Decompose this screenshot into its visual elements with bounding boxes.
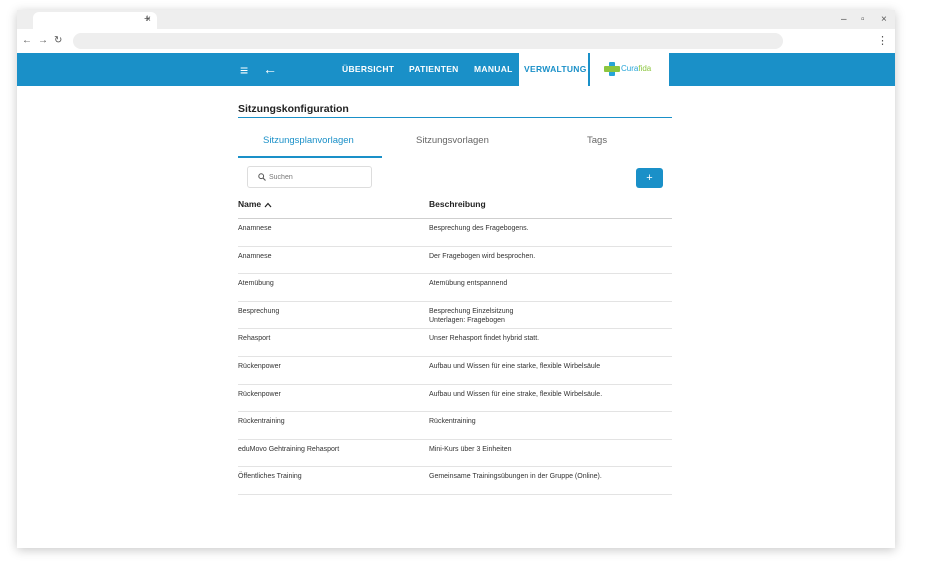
description-line: Atemübung entspannend — [429, 280, 508, 288]
new-tab-icon[interactable]: + — [144, 14, 150, 25]
table-row[interactable]: Anamnese Besprechung des Fragebogens. — [238, 219, 672, 247]
hamburger-menu-icon[interactable]: ≡ — [240, 63, 248, 77]
cell-description: Der Fragebogen wird besprochen. — [429, 252, 669, 261]
cell-name: Rehasport — [238, 335, 271, 343]
browser-window: × + – ▫ × ← → ↻ ⋮ ≡ ← ÜBERSICHT PATIENTE… — [17, 10, 895, 548]
cell-description: Rückentraining — [429, 417, 669, 426]
cell-description: Aufbau und Wissen für eine strake, flexi… — [429, 390, 669, 399]
browser-tabstrip: × + – ▫ × — [17, 10, 895, 29]
table-row[interactable]: Anamnese Der Fragebogen wird besprochen. — [238, 247, 672, 275]
curafida-logo: Curafida — [590, 53, 669, 86]
back-arrow-icon[interactable]: ← — [22, 35, 32, 47]
logo-cross-icon — [604, 62, 620, 76]
forward-arrow-icon[interactable]: → — [38, 35, 48, 47]
search-box[interactable] — [247, 166, 372, 188]
nav-patienten[interactable]: PATIENTEN — [404, 53, 464, 86]
browser-menu-icon[interactable]: ⋮ — [877, 35, 888, 47]
logo-wordmark: Curafida — [621, 63, 651, 75]
nav-uebersicht[interactable]: ÜBERSICHT — [337, 53, 399, 86]
nav-manual[interactable]: MANUAL — [469, 53, 518, 86]
cell-description: Unser Rehasport findet hybrid statt. — [429, 334, 669, 343]
close-window-icon[interactable]: × — [881, 14, 887, 25]
tab-tags[interactable]: Tags — [587, 135, 607, 146]
nav-verwaltung[interactable]: VERWALTUNG — [519, 53, 588, 86]
table-row[interactable]: Rückenpower Aufbau und Wissen für eine st… — [238, 385, 672, 413]
cell-description: Gemeinsame Trainingsübungen in der Grupp… — [429, 472, 669, 481]
search-input[interactable] — [269, 170, 367, 184]
description-line: Unterlagen: Fragebogen — [429, 316, 505, 324]
browser-toolbar: ← → ↻ ⋮ — [17, 29, 895, 53]
page-title: Sitzungskonfiguration — [238, 103, 349, 115]
description-line: Rückentraining — [429, 418, 476, 426]
cell-name: Rückenpower — [238, 390, 281, 398]
description-line: Gemeinsame Trainingsübungen in der Grupp… — [429, 473, 602, 481]
cell-name: Atemübung — [238, 280, 274, 288]
description-line: Besprechung des Fragebogens. — [429, 225, 529, 232]
cell-name: eduMovo Gehtraining Rehasport — [238, 445, 340, 453]
cell-description: Besprechung Einzelsitzung Unterlagen: Fra… — [429, 307, 669, 325]
sort-ascending-icon[interactable] — [264, 202, 272, 208]
cell-name: Anamnese — [238, 225, 272, 232]
tab-sitzungsvorlagen[interactable]: Sitzungsvorlagen — [416, 135, 489, 146]
table-row[interactable]: Rückentraining Rückentraining — [238, 412, 672, 440]
table-row[interactable]: Besprechung Besprechung Einzelsitzung Unte… — [238, 302, 672, 330]
back-icon[interactable]: ← — [263, 62, 277, 76]
description-line: Der Fragebogen wird besprochen. — [429, 252, 536, 260]
search-icon — [258, 173, 266, 181]
tab-sitzungsplanvorlagen[interactable]: Sitzungsplanvorlagen — [263, 135, 354, 146]
table-row[interactable]: Öffentliches Training Gemeinsame Training… — [238, 467, 672, 495]
table-row[interactable]: Rehasport Unser Rehasport findet hybrid s… — [238, 329, 672, 357]
column-header-description[interactable]: Beschreibung — [429, 199, 486, 209]
add-button[interactable]: + — [636, 168, 663, 188]
minimize-icon[interactable]: – — [841, 14, 847, 25]
column-header-name-label: Name — [238, 199, 262, 209]
restore-icon[interactable]: ▫ — [861, 14, 865, 25]
cell-description: Aufbau und Wissen für eine starke, flexi… — [429, 362, 669, 371]
cell-description: Besprechung des Fragebogens. — [429, 224, 669, 233]
table-row[interactable]: Rückenpower Aufbau und Wissen für eine st… — [238, 357, 672, 385]
address-bar[interactable] — [73, 33, 783, 49]
description-line: Aufbau und Wissen für eine starke, flexi… — [429, 362, 601, 370]
logo-text-cura: Cura — [621, 64, 639, 73]
column-header-name[interactable]: Name — [238, 199, 272, 209]
description-line: Besprechung Einzelsitzung — [429, 307, 514, 315]
description-line: Aufbau und Wissen für eine strake, flexi… — [429, 390, 603, 398]
cell-name: Rückenpower — [238, 362, 281, 370]
table-row[interactable]: Atemübung Atemübung entspannend — [238, 274, 672, 302]
reload-icon[interactable]: ↻ — [54, 35, 62, 47]
cell-name: Rückentraining — [238, 418, 285, 426]
cell-description: Mini-Kurs über 3 Einheiten — [429, 445, 669, 454]
table-body: Anamnese Besprechung des Fragebogens. Anam… — [238, 219, 672, 495]
active-tab-indicator — [238, 156, 382, 158]
cell-name: Besprechung — [238, 307, 280, 315]
description-line: Mini-Kurs über 3 Einheiten — [429, 445, 512, 453]
title-divider — [238, 117, 672, 118]
table-row[interactable]: eduMovo Gehtraining Rehasport Mini-Kurs ü… — [238, 440, 672, 468]
logo-text-fida: fida — [638, 64, 652, 73]
cell-description: Atemübung entspannend — [429, 279, 669, 288]
description-line: Unser Rehasport findet hybrid statt. — [429, 335, 540, 343]
cell-name: Anamnese — [238, 252, 272, 260]
cell-name: Öffentliches Training — [238, 473, 302, 481]
app-header: ≡ ← ÜBERSICHT PATIENTEN MANUAL VERWALTUN… — [17, 53, 895, 86]
browser-tab[interactable]: × — [33, 12, 157, 29]
